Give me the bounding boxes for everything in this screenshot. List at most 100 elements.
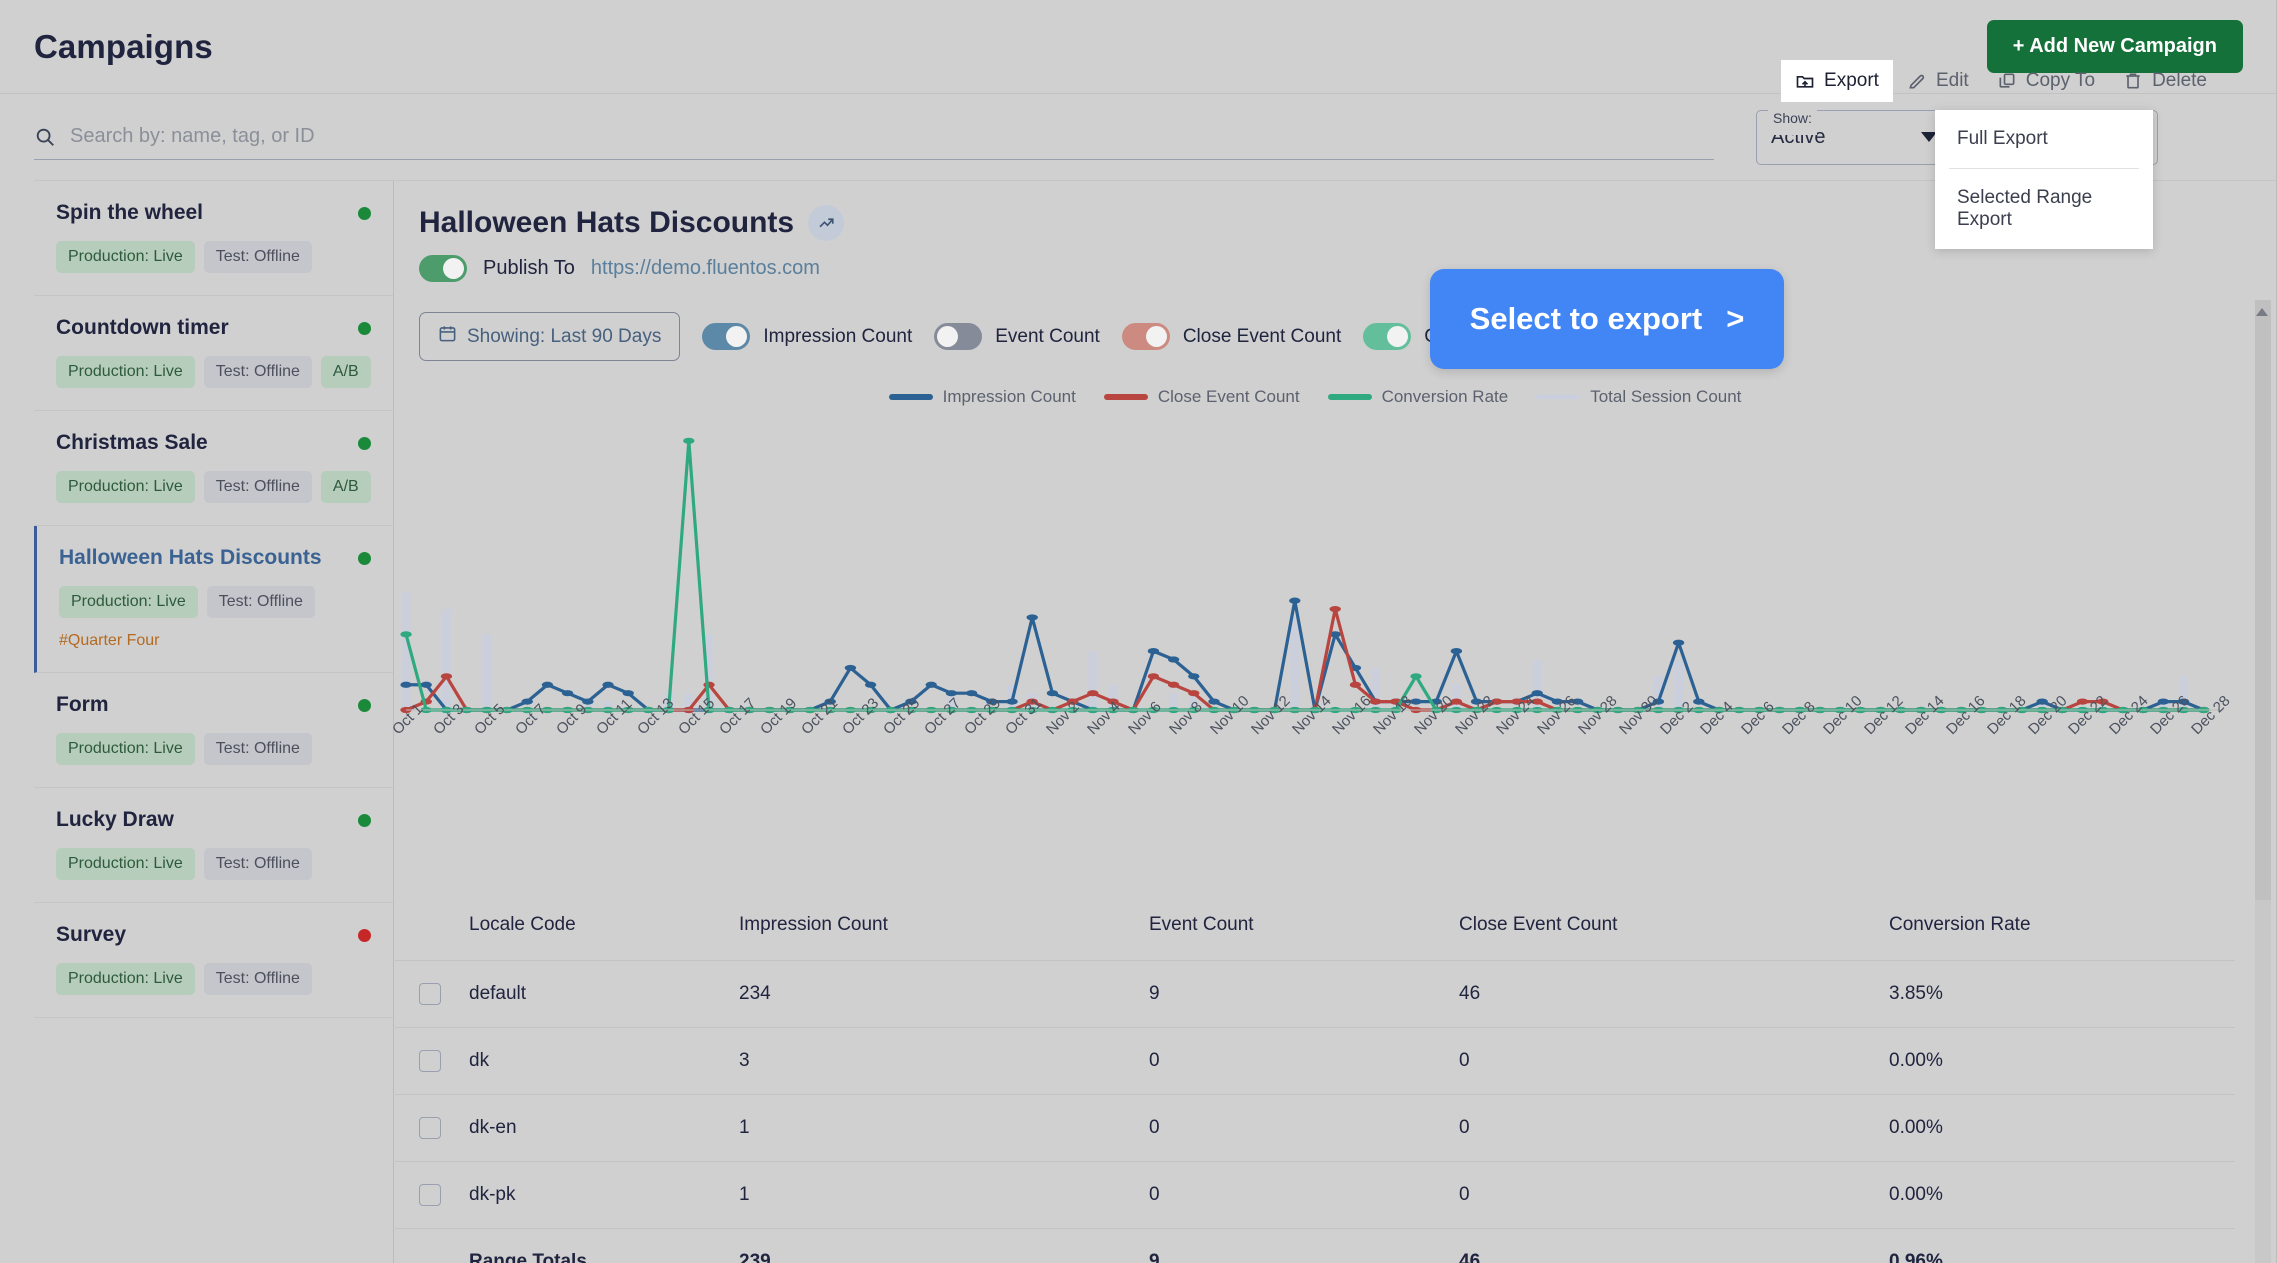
campaign-list-item[interactable]: Christmas Sale Production: Live Test: Offl…	[34, 411, 393, 526]
chart-controls-row: Showing: Last 90 Days Impression Count Ev…	[419, 312, 2277, 361]
campaign-chip: Test: Offline	[206, 586, 315, 618]
campaign-list: Spin the wheel Production: Live Test: Offl…	[34, 180, 394, 1263]
campaign-item-name: Halloween Hats Discounts	[59, 546, 322, 569]
row-checkbox-cell	[395, 960, 457, 1028]
scroll-up-arrow-icon[interactable]	[2256, 308, 2268, 316]
app-root: Campaigns + Add New Campaign Show: Activ…	[0, 0, 2277, 1263]
cell-impressions: 3	[727, 1027, 1137, 1095]
row-checkbox[interactable]	[419, 983, 441, 1005]
metric-toggle-label: Event Count	[995, 325, 1100, 347]
cell-impressions: 234	[727, 960, 1137, 1028]
cell-close-events: 0	[1447, 1027, 1877, 1095]
metric-toggle-label: Close Event Count	[1182, 325, 1342, 347]
search-field[interactable]	[34, 114, 1714, 160]
export-icon	[1796, 76, 1814, 88]
campaign-list-item[interactable]: Form Production: Live Test: Offline	[34, 673, 393, 788]
show-filter-legend: Show:	[1768, 100, 1817, 135]
metric-toggle[interactable]: Close Event Count	[1121, 323, 1342, 350]
campaign-item-head: Halloween Hats Discounts	[59, 546, 371, 570]
legend-swatch	[1536, 395, 1581, 399]
campaign-chip: Test: Offline	[203, 356, 312, 388]
legend-item: Impression Count	[888, 387, 1076, 407]
campaign-list-item[interactable]: Survey Production: Live Test: Offline	[34, 903, 393, 1018]
publish-url-link[interactable]: https://demo.fluentos.com	[591, 257, 820, 280]
campaign-item-head: Spin the wheel	[56, 201, 371, 225]
campaign-chip-group: Production: Live Test: Offline	[56, 241, 371, 273]
table-totals-row: Range Totals 239 9 46 0.96%	[395, 1228, 2235, 1263]
metric-toggle-label: Impression Count	[763, 325, 913, 347]
export-dropdown-menu: Full Export Selected Range Export	[1935, 110, 2153, 249]
edit-button[interactable]: Edit	[1893, 60, 1983, 102]
chart-svg	[400, 437, 2235, 714]
metric-switch[interactable]	[934, 323, 983, 350]
show-filter-select[interactable]: Show: Active	[1756, 100, 1950, 165]
table-row: default 234 9 46 3.85%	[395, 960, 2235, 1028]
pencil-icon	[1909, 74, 1925, 89]
export-button-label: Export	[1824, 70, 1879, 91]
cell-conversion: 0.00%	[1877, 1094, 2235, 1162]
column-header-close-events: Close Event Count	[1459, 914, 1618, 935]
legend-item: Total Session Count	[1536, 387, 1741, 407]
row-checkbox-cell	[395, 1027, 457, 1095]
cell-locale: dk-en	[457, 1094, 727, 1162]
campaign-chip: Test: Offline	[203, 963, 312, 995]
campaign-list-item[interactable]: Countdown timer Production: Live Test: Off…	[34, 296, 393, 411]
select-to-export-cta[interactable]: Select to export >	[1430, 269, 1784, 369]
campaign-list-item[interactable]: Spin the wheel Production: Live Test: Offl…	[34, 181, 393, 296]
legend-swatch	[1327, 394, 1372, 400]
calendar-icon	[438, 324, 457, 349]
row-checkbox[interactable]	[419, 1050, 441, 1072]
row-checkbox[interactable]	[419, 1117, 441, 1139]
table-row: dk-pk 1 0 0 0.00%	[395, 1161, 2235, 1229]
delete-button-label: Delete	[2152, 70, 2207, 91]
trending-up-icon[interactable]	[808, 205, 845, 241]
campaign-list-item[interactable]: Lucky Draw Production: Live Test: Offline	[34, 788, 393, 903]
legend-label: Close Event Count	[1157, 387, 1300, 406]
table-header-row: Locale Code Impression Count Event Count…	[395, 900, 2235, 961]
metric-toggle[interactable]: Impression Count	[702, 323, 912, 350]
column-header-events: Event Count	[1149, 914, 1254, 935]
copy-to-button[interactable]: Copy To	[1983, 60, 2109, 102]
campaign-item-head: Survey	[56, 923, 371, 947]
menu-item-selected-range-export[interactable]: Selected Range Export	[1935, 169, 2153, 249]
metric-switch[interactable]	[1121, 323, 1170, 350]
legend-swatch	[888, 394, 933, 400]
campaign-chip-group: Production: Live Test: Offline	[56, 733, 371, 765]
legend-label: Total Session Count	[1590, 387, 1742, 406]
row-checkbox[interactable]	[419, 1184, 441, 1206]
campaign-chip: Production: Live	[56, 241, 195, 273]
search-icon	[34, 126, 56, 148]
delete-button[interactable]: Delete	[2109, 60, 2221, 102]
chart-x-axis: Oct 1 Oct 3 Oct 5 Oct 7 Oct 9 Oct 11 Oct 13 Oct…	[389, 692, 2235, 806]
table-row: dk-en 1 0 0 0.00%	[395, 1094, 2235, 1162]
date-range-button[interactable]: Showing: Last 90 Days	[419, 312, 681, 361]
legend-item: Conversion Rate	[1327, 387, 1508, 407]
metric-switch[interactable]	[702, 323, 751, 350]
trash-icon	[2126, 73, 2140, 89]
search-input[interactable]	[70, 125, 1714, 148]
row-checkbox-cell	[395, 1161, 457, 1229]
chart-legend: Impression Count Close Event Count Convers…	[395, 380, 2235, 414]
campaign-item-head: Form	[56, 693, 371, 717]
cell-totals-conversion: 0.96%	[1877, 1228, 2235, 1263]
vertical-scrollbar-thumb[interactable]	[2255, 300, 2271, 900]
cell-locale: default	[457, 960, 727, 1028]
menu-item-full-export[interactable]: Full Export	[1935, 110, 2153, 168]
legend-item: Close Event Count	[1103, 387, 1300, 407]
metric-toggle[interactable]: Event Count	[934, 323, 1100, 350]
export-button[interactable]: Export	[1781, 60, 1893, 102]
metric-switch[interactable]	[1363, 323, 1412, 350]
campaign-chip: Production: Live	[56, 848, 195, 880]
publish-row: Publish To https://demo.fluentos.com	[419, 255, 2277, 282]
campaign-status-dot	[358, 321, 371, 335]
date-range-label: Showing: Last 90 Days	[467, 325, 662, 347]
select-all-header	[395, 900, 457, 961]
campaign-list-item[interactable]: Halloween Hats Discounts Production: Live…	[34, 526, 393, 673]
publish-toggle[interactable]	[419, 255, 467, 282]
cell-events: 0	[1137, 1161, 1447, 1229]
cell-events: 0	[1137, 1094, 1447, 1162]
campaign-chip: Production: Live	[56, 733, 195, 765]
campaign-status-dot	[358, 551, 371, 565]
cell-totals-events: 9	[1137, 1228, 1447, 1263]
campaign-chip-group: Production: Live Test: Offline	[56, 848, 371, 880]
